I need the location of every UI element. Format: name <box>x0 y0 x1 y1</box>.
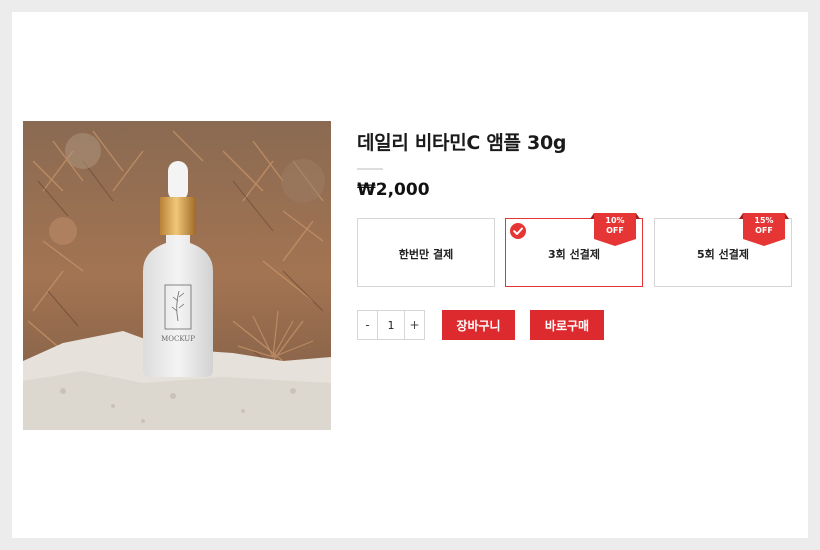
option-label: 한번만 결제 <box>398 248 454 261</box>
discount-ribbon-icon: 15% OFF <box>739 213 789 247</box>
product-price: ₩2,000 <box>357 180 430 200</box>
payment-option-once[interactable]: 한번만 결제 <box>357 218 495 287</box>
product-card: MOCKUP 데일리 비타민C 앰플 30g ₩2,000 한번만 결제 10%… <box>12 12 808 538</box>
payment-option-5-times[interactable]: 15% OFF 5회 선결제 <box>654 213 792 287</box>
discount-ribbon-icon: 10% OFF <box>590 213 640 247</box>
quantity-value[interactable]: 1 <box>377 311 405 339</box>
product-title: 데일리 비타민C 앰플 30g <box>357 132 567 154</box>
quantity-stepper: - 1 + <box>357 310 425 340</box>
add-to-cart-button[interactable]: 장바구니 <box>442 310 515 340</box>
discount-off: OFF <box>606 226 624 235</box>
payment-option-3-times[interactable]: 10% OFF 3회 선결제 <box>505 213 643 287</box>
option-label: 3회 선결제 <box>548 248 600 261</box>
product-image: MOCKUP <box>23 121 331 430</box>
check-circle-icon <box>510 223 526 239</box>
bottle-label-text: MOCKUP <box>161 335 195 343</box>
option-label: 5회 선결제 <box>697 248 749 261</box>
discount-off: OFF <box>755 226 773 235</box>
quantity-decrease-button[interactable]: - <box>358 311 377 339</box>
discount-percent: 15% <box>754 216 774 225</box>
quantity-increase-button[interactable]: + <box>405 311 424 339</box>
buy-now-button[interactable]: 바로구매 <box>530 310 604 340</box>
discount-percent: 10% <box>605 216 625 225</box>
title-divider <box>357 168 383 170</box>
